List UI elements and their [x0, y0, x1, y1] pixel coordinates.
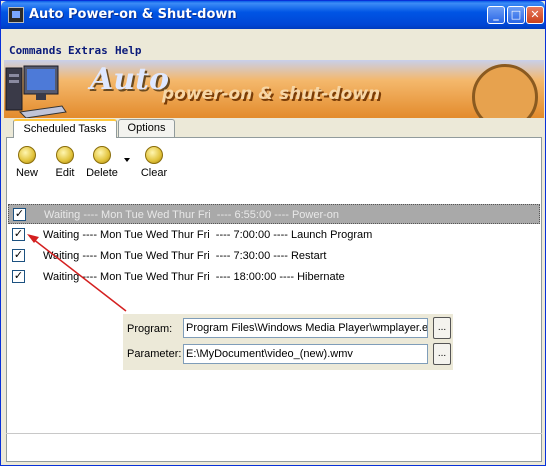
clear-icon	[145, 146, 163, 164]
scheduled-tasks-panel	[6, 137, 542, 462]
menu-extras[interactable]: Extras	[68, 44, 108, 57]
clear-button[interactable]: Clear	[134, 146, 174, 179]
task-list: ✓ Waiting ---- Mon Tue Wed Thur Fri ----…	[8, 204, 540, 288]
parameter-label: Parameter:	[127, 348, 182, 360]
menu-commands[interactable]: Commands	[9, 44, 62, 57]
title-bar[interactable]: Auto Power-on & Shut-down _ □ ✕	[1, 1, 545, 29]
banner-title-subtitle: power-on & shut-down	[162, 84, 381, 104]
delete-icon	[93, 146, 111, 164]
task-checkbox[interactable]: ✓	[12, 270, 25, 283]
task-description: Waiting ---- Mon Tue Wed Thur Fri ---- 7…	[43, 229, 373, 241]
menu-bar: Commands Extras Help	[4, 43, 544, 59]
new-button[interactable]: New	[7, 146, 47, 179]
edit-icon	[56, 146, 74, 164]
window-title: Auto Power-on & Shut-down	[29, 7, 237, 22]
task-row[interactable]: ✓ Waiting ---- Mon Tue Wed Thur Fri ----…	[8, 267, 540, 287]
maximize-button[interactable]: □	[507, 6, 525, 24]
program-browse-button[interactable]: ...	[433, 317, 451, 339]
menu-help[interactable]: Help	[115, 44, 142, 57]
program-details-panel: Program: Program Files\Windows Media Pla…	[123, 314, 453, 370]
task-description: Waiting ---- Mon Tue Wed Thur Fri ---- 1…	[43, 271, 345, 283]
status-divider	[6, 433, 542, 434]
header-banner: Auto power-on & shut-down	[4, 60, 544, 118]
program-field[interactable]: Program Files\Windows Media Player\wmpla…	[183, 318, 428, 338]
new-label: New	[15, 167, 38, 179]
app-window: Auto Power-on & Shut-down _ □ ✕ Commands…	[0, 0, 546, 466]
clear-label: Clear	[140, 167, 168, 179]
delete-button[interactable]: Delete	[82, 146, 122, 179]
minimize-button[interactable]: _	[487, 6, 505, 24]
task-checkbox[interactable]: ✓	[12, 249, 25, 262]
task-row[interactable]: ✓ Waiting ---- Mon Tue Wed Thur Fri ----…	[8, 246, 540, 266]
banner-title-auto: Auto	[90, 62, 169, 97]
task-row[interactable]: ✓ Waiting ---- Mon Tue Wed Thur Fri ----…	[8, 204, 540, 224]
edit-label: Edit	[55, 167, 75, 179]
close-button[interactable]: ✕	[526, 6, 544, 24]
parameter-browse-button[interactable]: ...	[433, 343, 451, 365]
delete-label: Delete	[86, 167, 118, 179]
task-description: Waiting ---- Mon Tue Wed Thur Fri ---- 6…	[44, 209, 340, 221]
task-checkbox[interactable]: ✓	[12, 228, 25, 241]
delete-dropdown-arrow-icon[interactable]	[124, 158, 130, 162]
task-row[interactable]: ✓ Waiting ---- Mon Tue Wed Thur Fri ----…	[8, 225, 540, 245]
edit-button[interactable]: Edit	[45, 146, 85, 179]
program-label: Program:	[127, 323, 173, 335]
clock-icon	[472, 64, 538, 118]
task-description: Waiting ---- Mon Tue Wed Thur Fri ---- 7…	[43, 250, 327, 262]
parameter-field[interactable]: E:\MyDocument\video_(new).wmv	[183, 344, 428, 364]
tab-scheduled-tasks[interactable]: Scheduled Tasks	[13, 119, 117, 138]
task-checkbox[interactable]: ✓	[13, 208, 26, 221]
app-icon	[8, 7, 24, 23]
tab-options[interactable]: Options	[118, 119, 175, 137]
new-icon	[18, 146, 36, 164]
computer-icon	[5, 65, 67, 118]
